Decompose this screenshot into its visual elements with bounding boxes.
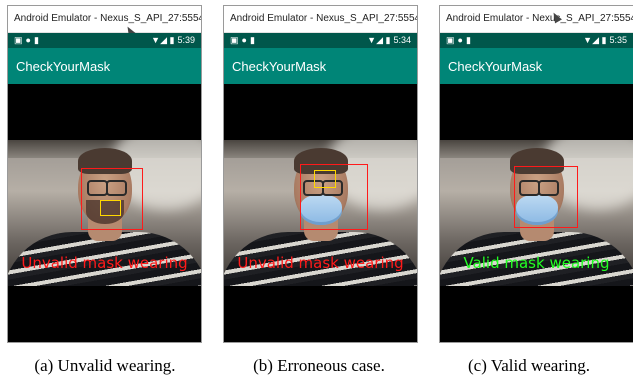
status-time: 5:39: [177, 35, 195, 45]
status-time: 5:34: [393, 35, 411, 45]
notification-icons: ▣●▮: [230, 35, 258, 46]
camera-view: Valid mask wearing: [440, 84, 633, 342]
sd-card-icon: ▮: [465, 35, 474, 45]
mask-status-text: Valid mask wearing: [463, 254, 610, 272]
caption-c: (c) Valid wearing.: [468, 356, 590, 375]
circle-icon: ●: [25, 35, 34, 45]
app-title: CheckYourMask: [16, 59, 111, 74]
circle-icon: ●: [457, 35, 466, 45]
window-titlebar[interactable]: Android Emulator - Nexus_S_API_27:5554: [224, 6, 417, 33]
wifi-icon: ▼: [151, 35, 161, 45]
sd-card-icon: ▮: [33, 35, 42, 45]
battery-icon: ▮: [601, 35, 607, 45]
emulator-window-b: Android Emulator - Nexus_S_API_27:5554 ▣…: [223, 5, 418, 343]
camera-preview: Unvalid mask wearing: [224, 140, 417, 286]
face-detection-box: [81, 168, 143, 230]
app-bar: CheckYourMask: [8, 48, 201, 84]
notification-icons: ▣●▮: [446, 35, 474, 46]
notification-icons: ▣●▮: [14, 35, 42, 46]
status-time: 5:35: [609, 35, 627, 45]
camera-preview: Valid mask wearing: [440, 140, 633, 286]
battery-icon: ▮: [385, 35, 391, 45]
sd-card-icon: ▮: [249, 35, 258, 45]
status-bar: ▣●▮ ▼◢ ▮ 5:35: [440, 33, 633, 48]
notification-a-icon: ▣: [446, 35, 458, 45]
status-right: ▼◢ ▮ 5:39: [151, 35, 195, 46]
app-title: CheckYourMask: [448, 59, 543, 74]
status-bar: ▣●▮ ▼◢ ▮ 5:39: [8, 33, 201, 48]
window-title: Android Emulator - Nexus_S_API_27:5554: [230, 13, 418, 24]
notification-a-icon: ▣: [230, 35, 242, 45]
mask-detection-box: [100, 200, 121, 216]
caption-a: (a) Unvalid wearing.: [34, 356, 176, 375]
app-title: CheckYourMask: [232, 59, 327, 74]
wifi-icon: ▼: [367, 35, 377, 45]
window-titlebar[interactable]: Android Emulator - Nexus_S_API_27:5554: [440, 6, 633, 33]
app-bar: CheckYourMask: [224, 48, 417, 84]
camera-view: Unvalid mask wearing: [224, 84, 417, 342]
app-bar: CheckYourMask: [440, 48, 633, 84]
window-title: Android Emulator - Nexus_S_API_27:5554: [14, 13, 202, 24]
battery-icon: ▮: [169, 35, 175, 45]
signal-icon: ◢: [376, 35, 383, 45]
mask-detection-box: [314, 170, 336, 188]
window-titlebar[interactable]: Android Emulator - Nexus_S_API_27:5554: [8, 6, 202, 38]
camera-view: Unvalid mask wearing: [8, 84, 201, 342]
mask-status-text: Unvalid mask wearing: [237, 254, 404, 272]
wifi-icon: ▼: [583, 35, 593, 45]
status-right: ▼◢ ▮ 5:34: [367, 35, 411, 46]
emulator-window-c: Android Emulator - Nexus_S_API_27:5554 ▣…: [439, 5, 633, 343]
status-right: ▼◢ ▮ 5:35: [583, 35, 627, 46]
window-title: Android Emulator - Nexus_S_API_27:5554: [446, 13, 633, 24]
status-bar: ▣●▮ ▼◢ ▮ 5:34: [224, 33, 417, 48]
emulator-window-a: Android Emulator - Nexus_S_API_27:5554 ▣…: [7, 5, 202, 343]
face-detection-box: [514, 166, 578, 228]
camera-preview: Unvalid mask wearing: [8, 140, 201, 286]
mask-status-text: Unvalid mask wearing: [21, 254, 188, 272]
notification-a-icon: ▣: [14, 35, 26, 45]
signal-icon: ◢: [592, 35, 599, 45]
caption-b: (b) Erroneous case.: [253, 356, 385, 375]
signal-icon: ◢: [160, 35, 167, 45]
circle-icon: ●: [241, 35, 250, 45]
